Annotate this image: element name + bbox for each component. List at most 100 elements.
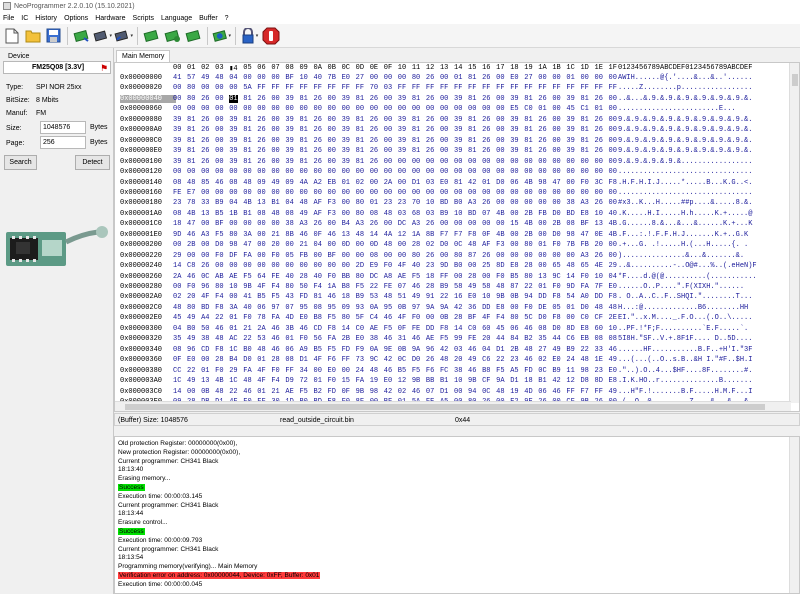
hex-byte[interactable]: A3 <box>299 220 307 228</box>
hex-byte[interactable]: 00 <box>299 262 307 270</box>
hex-byte[interactable]: FF <box>299 84 307 92</box>
hex-byte[interactable]: 00 <box>215 189 223 197</box>
hex-byte[interactable]: 46 <box>328 231 336 239</box>
hex-byte[interactable]: 00 <box>426 189 434 197</box>
hex-byte[interactable]: 33 <box>201 199 209 207</box>
hex-byte[interactable]: F0 <box>299 335 307 343</box>
hex-byte[interactable]: 00 <box>552 199 560 207</box>
hex-byte[interactable]: F8 <box>468 231 476 239</box>
hex-byte[interactable]: 38 <box>285 220 293 228</box>
hex-byte[interactable]: 00 <box>552 116 560 124</box>
hex-byte[interactable]: 10 <box>454 377 462 385</box>
hex-byte[interactable]: 00 <box>328 220 336 228</box>
hex-byte[interactable]: 81 <box>243 95 251 103</box>
hex-byte[interactable]: 21 <box>243 325 251 333</box>
hex-byte[interactable]: 26 <box>426 147 434 155</box>
hex-byte[interactable]: 00 <box>299 168 307 176</box>
hex-byte[interactable]: 08 <box>229 179 237 187</box>
hex-byte[interactable]: 00 <box>552 95 560 103</box>
hex-byte[interactable]: 00 <box>398 105 406 113</box>
hex-vertical-scrollbar[interactable] <box>789 63 799 403</box>
hex-byte[interactable]: 40 <box>609 210 617 218</box>
hex-byte[interactable]: 26 <box>201 137 209 145</box>
hex-byte[interactable]: 00 <box>215 105 223 113</box>
hex-byte[interactable]: 96 <box>201 283 209 291</box>
hex-byte[interactable]: 48 <box>566 262 574 270</box>
hex-byte[interactable]: 28 <box>468 273 476 281</box>
hex-byte[interactable]: 80 <box>356 210 364 218</box>
menu-history[interactable]: History <box>35 15 57 22</box>
hex-byte[interactable]: 48 <box>173 304 181 312</box>
hex-byte[interactable]: BD <box>201 304 209 312</box>
hex-byte[interactable]: AE <box>285 388 293 396</box>
hex-byte[interactable]: 45 <box>173 314 181 322</box>
hex-byte[interactable]: 06 <box>510 325 518 333</box>
hex-byte[interactable]: 08 <box>595 335 603 343</box>
hex-byte[interactable]: 00 <box>609 199 617 207</box>
hex-byte[interactable]: 39 <box>342 95 350 103</box>
hex-byte[interactable]: 26 <box>370 95 378 103</box>
hex-byte[interactable]: 4F <box>257 283 265 291</box>
hex-byte[interactable]: F5 <box>328 314 336 322</box>
hex-byte[interactable]: 80 <box>229 231 237 239</box>
hex-byte[interactable]: BB <box>426 377 434 385</box>
hex-byte[interactable]: 9A <box>496 377 504 385</box>
hex-byte[interactable]: FF <box>524 84 532 92</box>
hex-byte[interactable]: 0B <box>201 388 209 396</box>
hex-byte[interactable]: 81 <box>187 116 195 124</box>
hex-byte[interactable]: 00 <box>257 252 265 260</box>
hex-byte[interactable]: 28 <box>412 241 420 249</box>
hex-byte[interactable]: F7 <box>454 231 462 239</box>
hex-byte[interactable]: 46 <box>215 325 223 333</box>
hex-byte[interactable]: E0 <box>552 356 560 364</box>
hex-byte[interactable]: 80 <box>412 74 420 82</box>
hex-byte[interactable]: 26 <box>257 137 265 145</box>
hex-byte[interactable]: 00 <box>243 262 251 270</box>
hex-byte[interactable]: 00 <box>595 74 603 82</box>
hex-byte[interactable]: 0D <box>342 241 350 249</box>
hex-byte[interactable]: 20 <box>454 356 462 364</box>
hex-byte[interactable]: 11 <box>566 367 574 375</box>
hex-byte[interactable]: 20 <box>271 241 279 249</box>
hex-byte[interactable]: 48 <box>440 356 448 364</box>
hex-byte[interactable]: 00 <box>384 252 392 260</box>
protect-button[interactable]: ▾ <box>240 26 259 46</box>
hex-byte[interactable]: 81 <box>412 137 420 145</box>
hex-byte[interactable]: 26 <box>595 147 603 155</box>
hex-byte[interactable]: FD <box>299 293 307 301</box>
hex-byte[interactable]: 00 <box>609 74 617 82</box>
hex-byte[interactable]: 00 <box>580 74 588 82</box>
detect-button[interactable]: Detect <box>75 155 110 170</box>
hex-byte[interactable]: 0C <box>398 356 406 364</box>
hex-byte[interactable]: 05 <box>285 252 293 260</box>
hex-byte[interactable]: 00 <box>328 137 336 145</box>
hex-byte[interactable]: F4 <box>271 377 279 385</box>
hex-byte[interactable]: 00 <box>496 137 504 145</box>
hex-byte[interactable]: 80 <box>187 84 195 92</box>
hex-byte[interactable]: 48 <box>496 388 504 396</box>
hex-byte[interactable]: 00 <box>384 220 392 228</box>
hex-byte[interactable]: C6 <box>566 335 574 343</box>
hex-byte[interactable]: FE <box>412 325 420 333</box>
hex-byte[interactable]: 00 <box>580 189 588 197</box>
hex-byte[interactable]: 01 <box>342 179 350 187</box>
hex-byte[interactable]: FF <box>342 356 350 364</box>
hex-row[interactable]: 0x00000300 04 B0 50 46 01 21 2A 46 3B 46 CD F8 14 C0 AE… <box>115 325 791 335</box>
hex-byte[interactable]: 26 <box>201 262 209 270</box>
hex-byte[interactable]: F0 <box>384 262 392 270</box>
hex-byte[interactable]: C8 <box>187 262 195 270</box>
hex-byte[interactable]: 97 <box>412 304 420 312</box>
hex-byte[interactable]: 39 <box>173 158 181 166</box>
hex-byte[interactable]: 2E <box>609 314 617 322</box>
hex-byte[interactable]: 50 <box>201 325 209 333</box>
hex-byte[interactable]: 39 <box>229 158 237 166</box>
hex-byte[interactable]: 00 <box>229 220 237 228</box>
hex-byte[interactable]: DD <box>538 293 546 301</box>
hex-byte[interactable]: 0A <box>370 304 378 312</box>
hex-byte[interactable]: 03 <box>426 179 434 187</box>
hex-byte[interactable]: 00 <box>510 189 518 197</box>
hex-byte[interactable]: 80 <box>356 273 364 281</box>
hex-byte[interactable]: 04 <box>229 74 237 82</box>
hex-byte[interactable]: A0 <box>580 293 588 301</box>
hex-byte[interactable]: 00 <box>609 116 617 124</box>
